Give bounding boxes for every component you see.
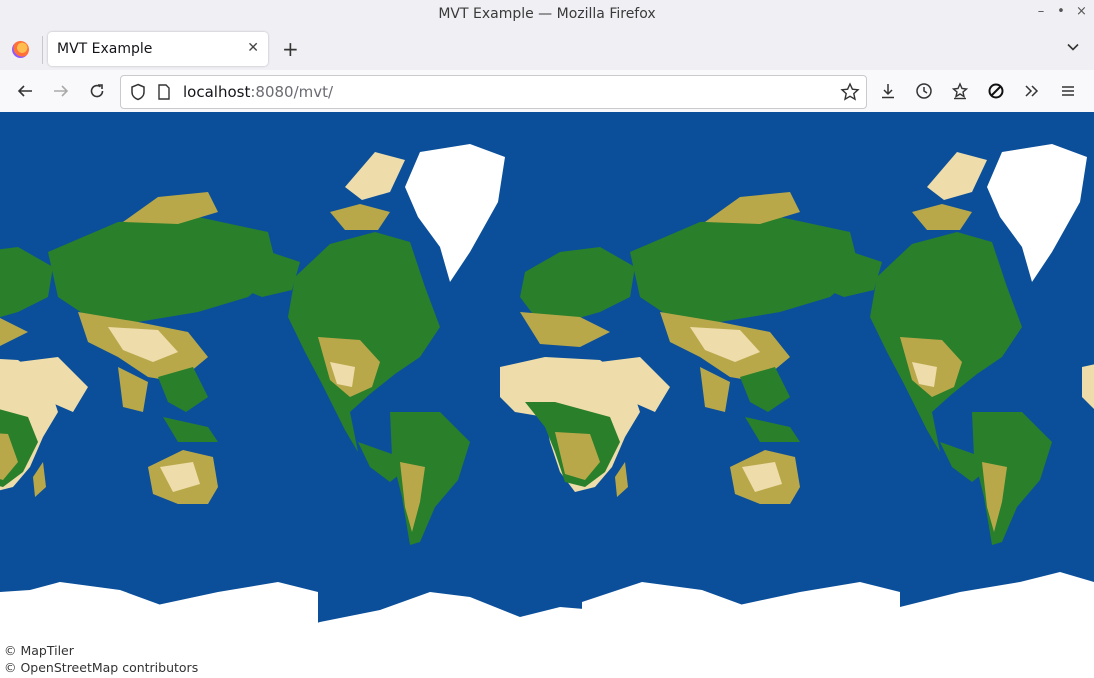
clock-icon <box>916 83 932 99</box>
close-window-button[interactable]: × <box>1076 4 1087 19</box>
app-menu-button[interactable] <box>1057 80 1079 102</box>
download-icon <box>882 84 894 99</box>
firefox-logo-icon[interactable] <box>12 41 29 58</box>
close-tab-icon[interactable]: ✕ <box>247 40 259 56</box>
window-title: MVT Example — Mozilla Firefox <box>438 6 656 22</box>
block-icon <box>988 83 1004 99</box>
attribution-osm[interactable]: © OpenStreetMap contributors <box>4 659 198 676</box>
tab-label: MVT Example <box>57 41 153 57</box>
shield-icon[interactable] <box>130 83 146 101</box>
page-icon[interactable] <box>157 84 171 100</box>
history-button[interactable] <box>913 80 935 102</box>
forward-button[interactable] <box>50 80 72 102</box>
tab-separator <box>42 36 43 64</box>
url-bar[interactable]: localhost:8080/mvt/ <box>120 75 867 109</box>
url-text[interactable]: localhost:8080/mvt/ <box>183 83 333 101</box>
hamburger-menu-icon <box>1062 86 1074 96</box>
overflow-button[interactable] <box>1021 80 1043 102</box>
map-attribution: © MapTiler © OpenStreetMap contributors <box>4 642 198 676</box>
back-button[interactable] <box>14 80 36 102</box>
url-path: :8080/mvt/ <box>250 83 334 101</box>
back-arrow-icon <box>17 85 32 97</box>
double-chevron-right-icon <box>1025 85 1039 97</box>
reload-icon <box>90 84 104 98</box>
forward-arrow-icon <box>54 85 69 97</box>
new-tab-button[interactable]: + <box>282 37 299 61</box>
navigation-toolbar: localhost:8080/mvt/ <box>0 70 1094 113</box>
attribution-maptiler[interactable]: © MapTiler <box>4 642 198 659</box>
tab-strip: MVT Example ✕ + <box>0 28 1094 70</box>
url-host: localhost <box>183 83 251 101</box>
bookmark-star-icon[interactable] <box>840 82 860 102</box>
downloads-button[interactable] <box>877 80 899 102</box>
minimize-button[interactable]: – <box>1036 4 1046 19</box>
bookmarks-button[interactable] <box>949 80 971 102</box>
star-list-icon <box>951 82 969 100</box>
maximize-button[interactable]: • <box>1056 4 1066 19</box>
window-titlebar: MVT Example — Mozilla Firefox – • × <box>0 0 1094 28</box>
map-viewport[interactable]: © MapTiler © OpenStreetMap contributors <box>0 112 1094 678</box>
tab-mvt-example[interactable]: MVT Example ✕ <box>48 32 268 66</box>
world-map[interactable] <box>0 112 1094 678</box>
window-controls: – • × <box>1036 4 1087 19</box>
chevron-down-icon[interactable] <box>1066 40 1080 54</box>
blocker-button[interactable] <box>985 80 1007 102</box>
reload-button[interactable] <box>86 80 108 102</box>
